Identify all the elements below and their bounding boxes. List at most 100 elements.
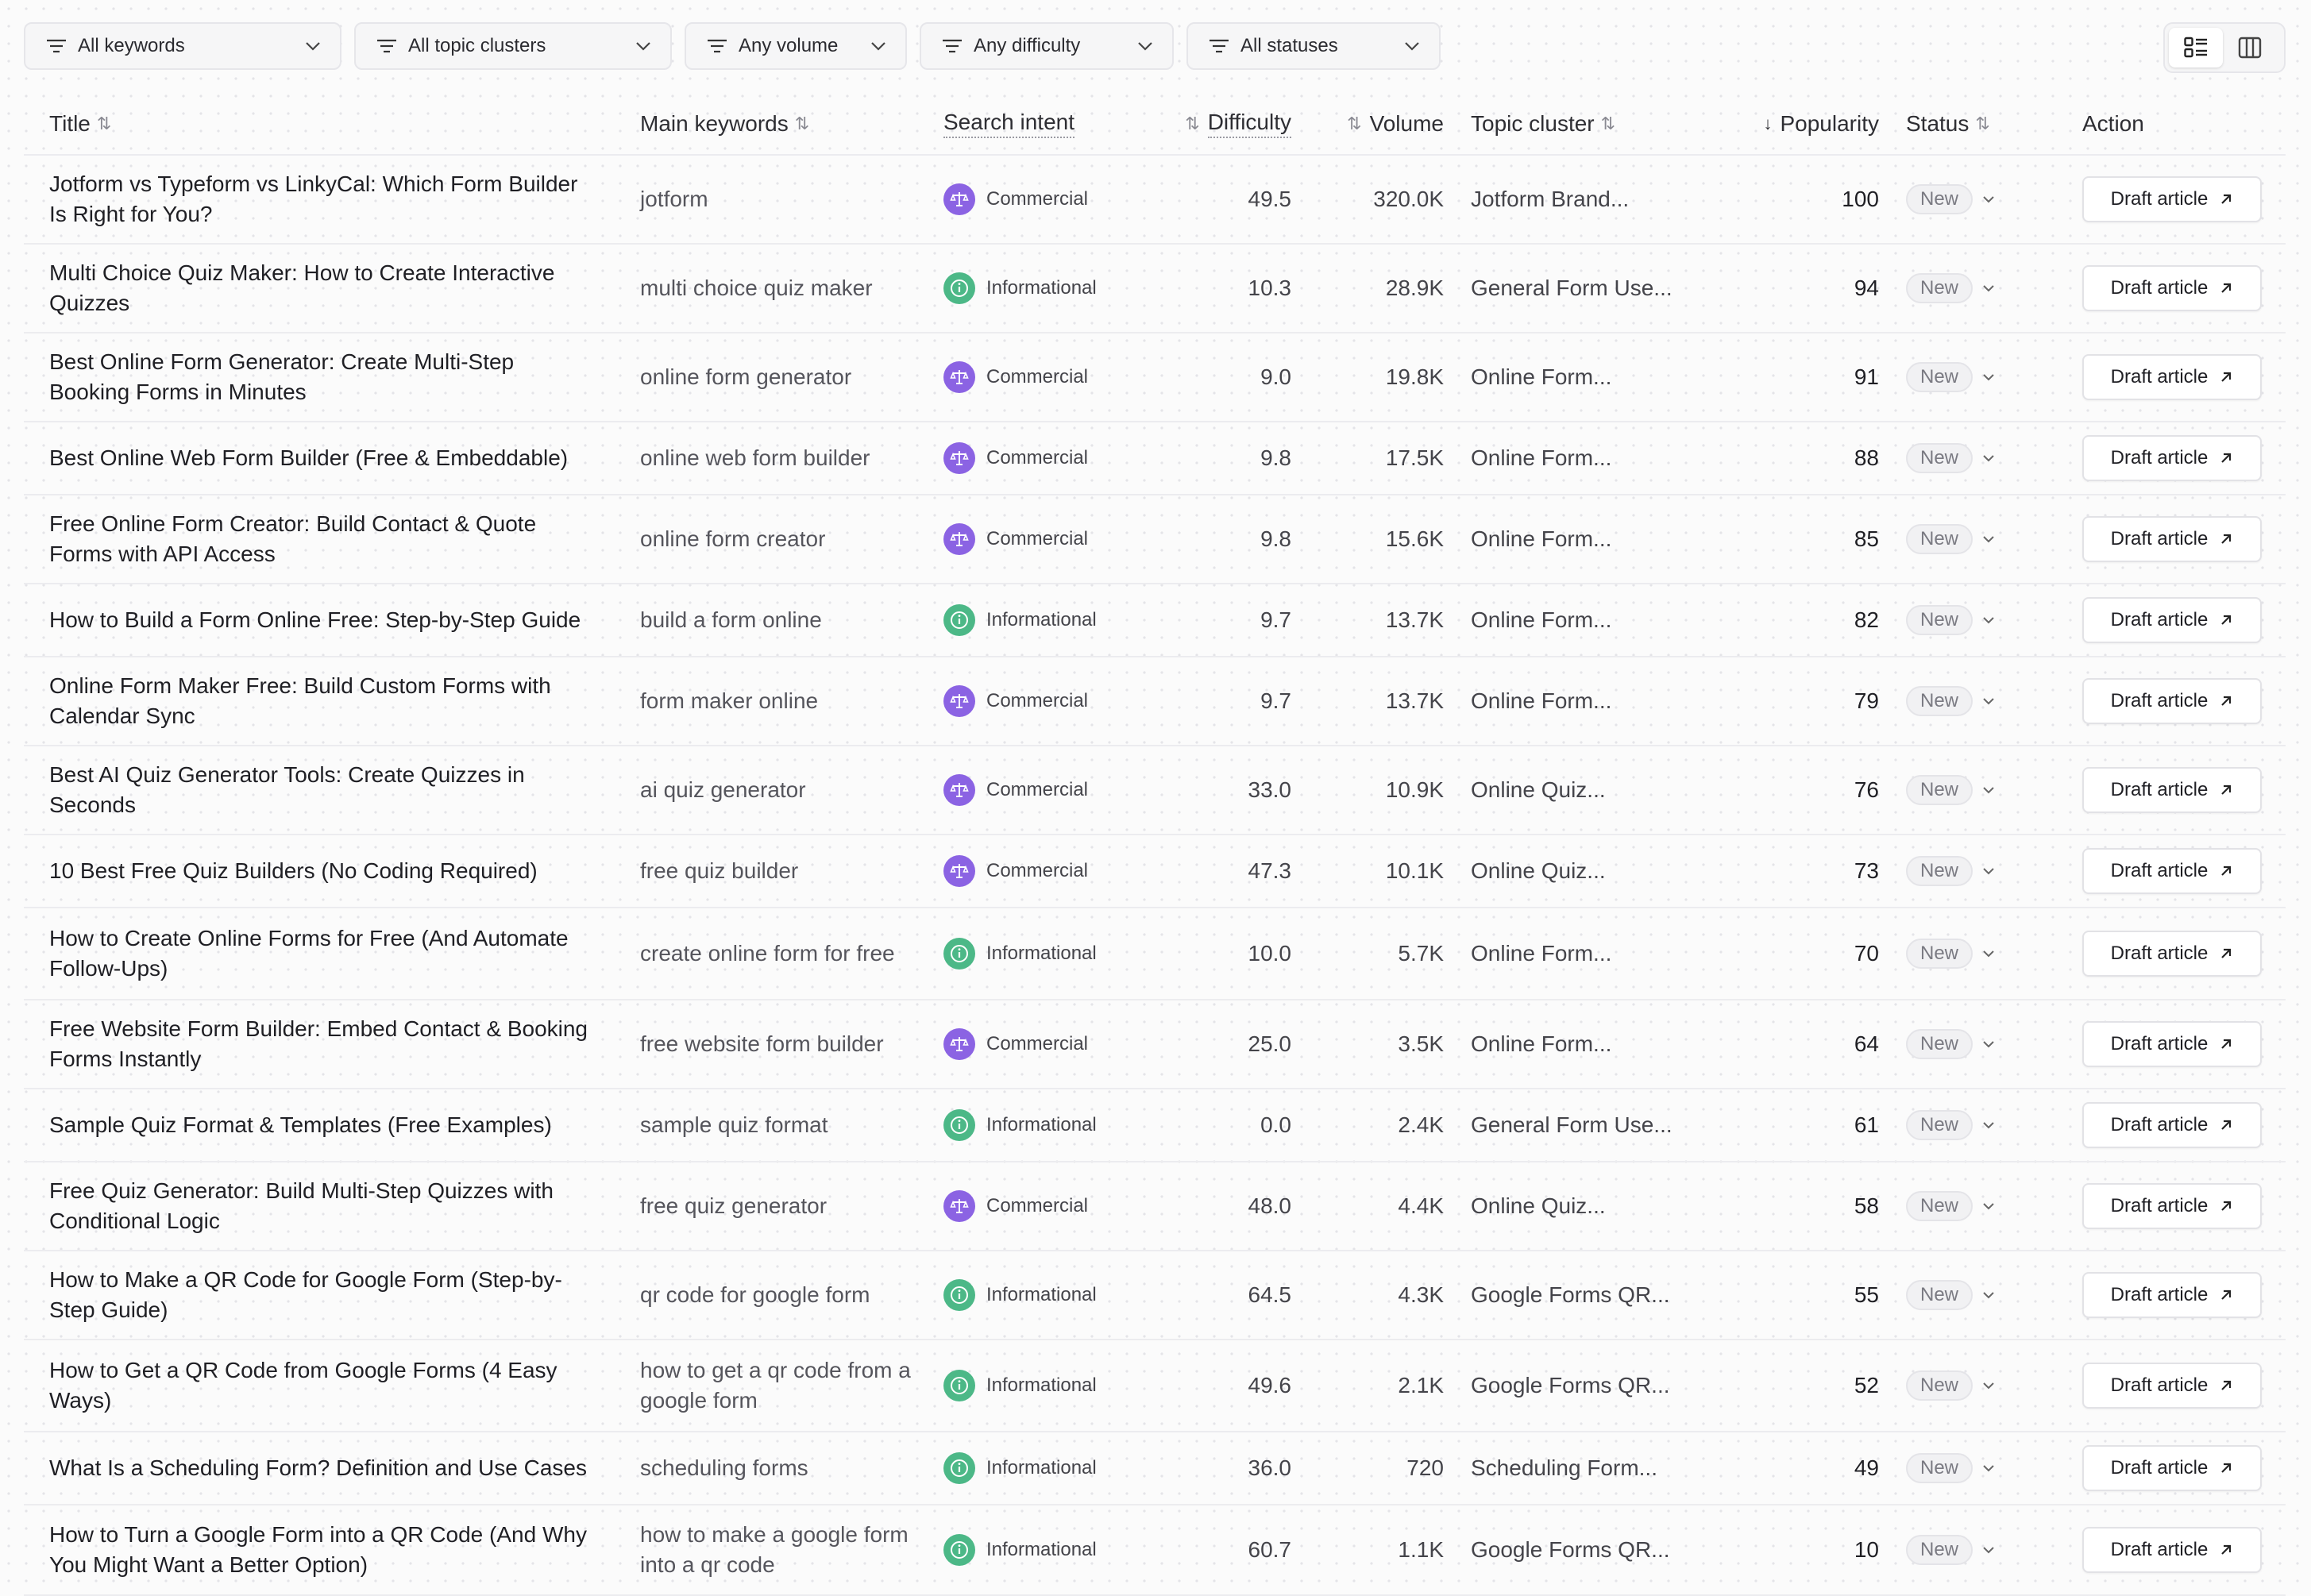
table-row[interactable]: How to Create Online Forms for Free (And… [24, 908, 2286, 1000]
difficulty-value: 60.7 [1248, 1537, 1292, 1562]
main-keyword: build a form online [640, 607, 822, 632]
action-cell: Draft article [2082, 657, 2262, 745]
draft-article-button[interactable]: Draft article [2082, 1183, 2262, 1229]
status-select[interactable]: New [1906, 584, 2017, 656]
filter-dropdown[interactable]: Any difficulty [920, 22, 1174, 70]
topic-cluster: Online Form... [1471, 526, 1612, 551]
table-row[interactable]: How to Turn a Google Form into a QR Code… [24, 1505, 2286, 1596]
article-title[interactable]: How to Get a QR Code from Google Forms (… [49, 1340, 597, 1431]
column-popularity[interactable]: ↓ Popularity [1723, 94, 1879, 154]
article-title[interactable]: Best AI Quiz Generator Tools: Create Qui… [49, 746, 597, 834]
main-keyword: free quiz generator [640, 1193, 828, 1218]
article-title[interactable]: 10 Best Free Quiz Builders (No Coding Re… [49, 835, 597, 907]
status-select[interactable]: New [1906, 1162, 2017, 1250]
main-keyword: create online form for free [640, 941, 895, 966]
board-view-button[interactable] [2223, 28, 2277, 67]
draft-article-button[interactable]: Draft article [2082, 1102, 2262, 1148]
status-select[interactable]: New [1906, 835, 2017, 907]
arrow-up-right-icon [2221, 696, 2232, 706]
article-title[interactable]: Free Quiz Generator: Build Multi-Step Qu… [49, 1162, 597, 1250]
draft-article-button[interactable]: Draft article [2082, 1363, 2262, 1409]
table-row[interactable]: Online Form Maker Free: Build Custom For… [24, 657, 2286, 746]
table-row[interactable]: Multi Choice Quiz Maker: How to Create I… [24, 245, 2286, 333]
table-row[interactable]: How to Build a Form Online Free: Step-by… [24, 584, 2286, 657]
draft-article-button[interactable]: Draft article [2082, 597, 2262, 643]
article-title[interactable]: Free Website Form Builder: Embed Contact… [49, 1000, 597, 1088]
status-badge: New [1906, 1029, 1973, 1059]
status-select[interactable]: New [1906, 1432, 2017, 1504]
draft-article-button[interactable]: Draft article [2082, 435, 2262, 481]
article-title[interactable]: How to Create Online Forms for Free (And… [49, 908, 597, 999]
status-select[interactable]: New [1906, 1000, 2017, 1088]
table-row[interactable]: Sample Quiz Format & Templates (Free Exa… [24, 1089, 2286, 1162]
draft-article-button[interactable]: Draft article [2082, 931, 2262, 977]
article-title[interactable]: Multi Choice Quiz Maker: How to Create I… [49, 245, 597, 332]
status-select[interactable]: New [1906, 495, 2017, 583]
article-title[interactable]: Best Online Form Generator: Create Multi… [49, 333, 597, 421]
status-select[interactable]: New [1906, 1505, 2017, 1594]
column-difficulty[interactable]: ⇅ Difficulty [1152, 94, 1291, 154]
draft-article-button[interactable]: Draft article [2082, 354, 2262, 400]
draft-article-button[interactable]: Draft article [2082, 678, 2262, 724]
article-title[interactable]: Best Online Web Form Builder (Free & Emb… [49, 422, 597, 494]
action-cell: Draft article [2082, 495, 2262, 583]
table-row[interactable]: What Is a Scheduling Form? Definition an… [24, 1432, 2286, 1505]
table-row[interactable]: Best Online Form Generator: Create Multi… [24, 333, 2286, 422]
table-row[interactable]: How to Make a QR Code for Google Form (S… [24, 1251, 2286, 1340]
draft-article-button[interactable]: Draft article [2082, 176, 2262, 222]
article-title[interactable]: Sample Quiz Format & Templates (Free Exa… [49, 1089, 597, 1161]
draft-article-button[interactable]: Draft article [2082, 1272, 2262, 1318]
filter-dropdown[interactable]: All statuses [1186, 22, 1441, 70]
column-status[interactable]: Status ⇅ [1906, 94, 1990, 154]
chevron-down-icon [1983, 1292, 1994, 1299]
filter-dropdown[interactable]: All keywords [24, 22, 341, 70]
column-title[interactable]: Title ⇅ [49, 94, 111, 154]
draft-article-button[interactable]: Draft article [2082, 516, 2262, 562]
article-title[interactable]: How to Build a Form Online Free: Step-by… [49, 584, 597, 656]
draft-article-button[interactable]: Draft article [2082, 1445, 2262, 1491]
status-select[interactable]: New [1906, 333, 2017, 421]
status-select[interactable]: New [1906, 746, 2017, 834]
draft-article-button[interactable]: Draft article [2082, 1021, 2262, 1067]
table-row[interactable]: Free Website Form Builder: Embed Contact… [24, 1000, 2286, 1089]
table-row[interactable]: 10 Best Free Quiz Builders (No Coding Re… [24, 835, 2286, 908]
search-intent: Informational [943, 1251, 1134, 1339]
column-topic-cluster[interactable]: Topic cluster ⇅ [1471, 94, 1615, 154]
filter-dropdown[interactable]: Any volume [685, 22, 907, 70]
list-view-button[interactable] [2169, 28, 2223, 67]
table-row[interactable]: Jotform vs Typeform vs LinkyCal: Which F… [24, 156, 2286, 245]
article-title[interactable]: Online Form Maker Free: Build Custom For… [49, 657, 597, 745]
article-title[interactable]: Free Online Form Creator: Build Contact … [49, 495, 597, 583]
article-title[interactable]: What Is a Scheduling Form? Definition an… [49, 1432, 597, 1504]
table-row[interactable]: Best AI Quiz Generator Tools: Create Qui… [24, 746, 2286, 835]
chevron-down-icon [636, 42, 650, 51]
status-select[interactable]: New [1906, 657, 2017, 745]
status-select[interactable]: New [1906, 1251, 2017, 1339]
status-select[interactable]: New [1906, 422, 2017, 494]
status-select[interactable]: New [1906, 156, 2017, 243]
filter-dropdown[interactable]: All topic clusters [354, 22, 672, 70]
draft-article-button[interactable]: Draft article [2082, 767, 2262, 813]
article-title[interactable]: How to Make a QR Code for Google Form (S… [49, 1251, 597, 1339]
status-badge: New [1906, 524, 1973, 554]
table-row[interactable]: Best Online Web Form Builder (Free & Emb… [24, 422, 2286, 495]
article-title[interactable]: Jotform vs Typeform vs LinkyCal: Which F… [49, 156, 597, 243]
draft-article-button[interactable]: Draft article [2082, 1527, 2262, 1573]
column-main-keywords[interactable]: Main keywords ⇅ [640, 94, 809, 154]
article-title[interactable]: How to Turn a Google Form into a QR Code… [49, 1505, 597, 1594]
column-volume[interactable]: ⇅ Volume [1310, 94, 1444, 154]
status-select[interactable]: New [1906, 245, 2017, 332]
status-select[interactable]: New [1906, 1089, 2017, 1161]
main-keyword: free quiz builder [640, 858, 799, 883]
search-intent: Informational [943, 1432, 1134, 1504]
table-row[interactable]: Free Online Form Creator: Build Contact … [24, 495, 2286, 584]
column-search-intent[interactable]: Search intent [943, 94, 1074, 154]
status-select[interactable]: New [1906, 908, 2017, 999]
status-select[interactable]: New [1906, 1340, 2017, 1431]
draft-article-button[interactable]: Draft article [2082, 265, 2262, 311]
draft-article-button[interactable]: Draft article [2082, 848, 2262, 894]
action-cell: Draft article [2082, 1000, 2262, 1088]
volume-value: 13.7K [1385, 607, 1444, 632]
table-row[interactable]: Free Quiz Generator: Build Multi-Step Qu… [24, 1162, 2286, 1251]
table-row[interactable]: How to Get a QR Code from Google Forms (… [24, 1340, 2286, 1432]
